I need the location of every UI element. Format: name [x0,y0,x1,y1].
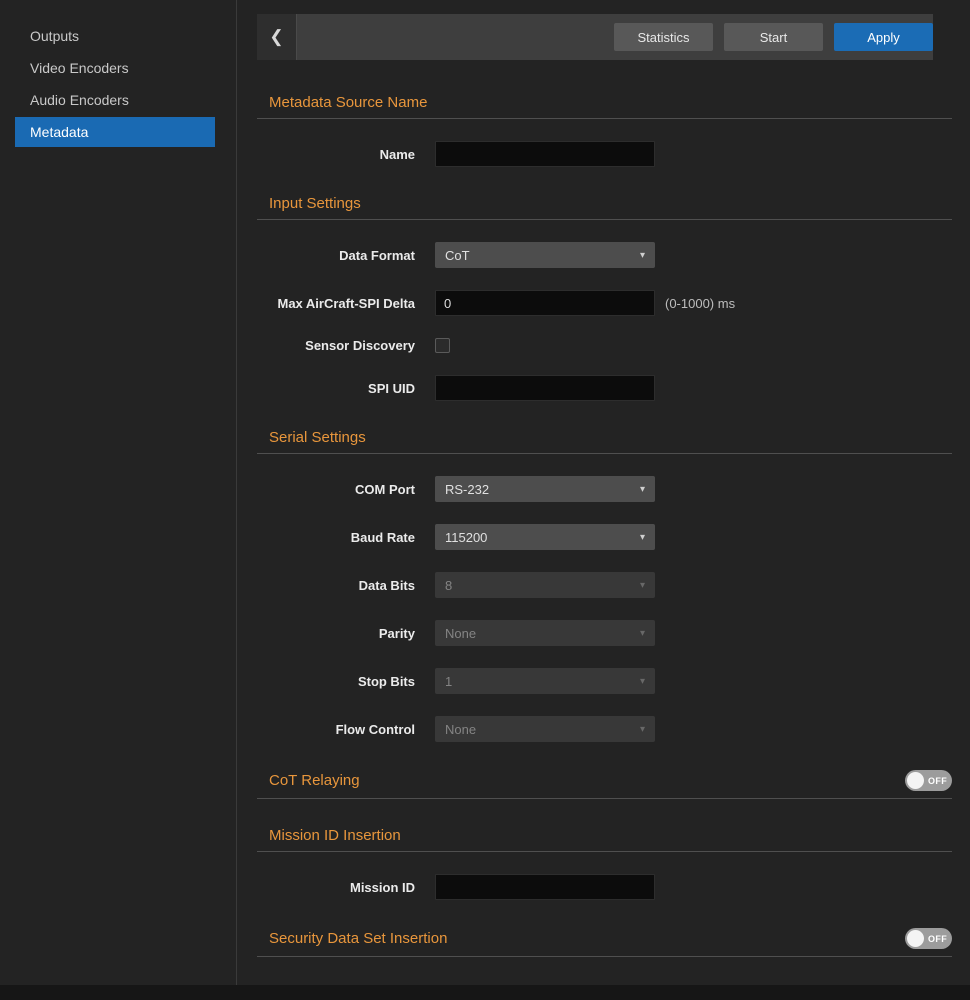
footer-band [0,985,970,1000]
com-port-row: COM Port RS-232 ▾ [257,476,952,502]
section-divider [257,219,952,220]
sensor-discovery-checkbox[interactable] [435,338,450,353]
flow-control-value: None [445,722,476,737]
section-title: Serial Settings [269,429,366,446]
name-row: Name [257,141,952,167]
sidebar: Outputs Video Encoders Audio Encoders Me… [0,0,237,985]
data-format-value: CoT [445,248,470,263]
chevron-down-icon: ▾ [640,484,645,495]
data-bits-value: 8 [445,578,452,593]
section-input-settings: Input Settings [257,195,952,212]
parity-label: Parity [257,626,415,641]
sidebar-item-audio-encoders[interactable]: Audio Encoders [15,85,215,115]
flow-control-row: Flow Control None ▾ [257,716,952,742]
start-button[interactable]: Start [724,23,823,51]
chevron-down-icon: ▾ [640,676,645,687]
spi-uid-input[interactable] [435,375,655,401]
stop-bits-label: Stop Bits [257,674,415,689]
mission-id-label: Mission ID [257,880,415,895]
baud-rate-value: 115200 [445,530,487,545]
back-button[interactable]: ❮ [257,14,297,60]
data-format-dropdown[interactable]: CoT ▾ [435,242,655,268]
data-bits-label: Data Bits [257,578,415,593]
stop-bits-row: Stop Bits 1 ▾ [257,668,952,694]
baud-rate-row: Baud Rate 115200 ▾ [257,524,952,550]
sidebar-item-outputs[interactable]: Outputs [15,21,215,51]
section-title: CoT Relaying [269,772,360,789]
chevron-down-icon: ▾ [640,580,645,591]
cot-relaying-toggle[interactable]: OFF [905,770,952,791]
mission-id-input[interactable] [435,874,655,900]
toggle-state-label: OFF [928,934,947,944]
baud-rate-label: Baud Rate [257,530,415,545]
chevron-down-icon: ▾ [640,724,645,735]
section-title: Mission ID Insertion [269,827,401,844]
chevron-down-icon: ▾ [640,628,645,639]
page: Outputs Video Encoders Audio Encoders Me… [0,0,970,985]
parity-dropdown: None ▾ [435,620,655,646]
spi-uid-row: SPI UID [257,375,952,401]
name-label: Name [257,147,415,162]
name-input[interactable] [435,141,655,167]
sidebar-item-video-encoders[interactable]: Video Encoders [15,53,215,83]
spi-uid-label: SPI UID [257,381,415,396]
data-bits-row: Data Bits 8 ▾ [257,572,952,598]
data-format-row: Data Format CoT ▾ [257,242,952,268]
security-data-set-toggle[interactable]: OFF [905,928,952,949]
section-divider [257,453,952,454]
data-bits-dropdown: 8 ▾ [435,572,655,598]
max-aircraft-spi-delta-hint: (0-1000) ms [665,296,735,311]
section-divider [257,118,952,119]
section-metadata-source-name: Metadata Source Name [257,94,952,111]
toggle-knob [907,930,924,947]
data-format-label: Data Format [257,248,415,263]
section-serial-settings: Serial Settings [257,429,952,446]
section-cot-relaying: CoT Relaying OFF [257,770,952,791]
parity-row: Parity None ▾ [257,620,952,646]
section-divider [257,798,952,799]
section-title: Input Settings [269,195,361,212]
flow-control-dropdown: None ▾ [435,716,655,742]
com-port-dropdown[interactable]: RS-232 ▾ [435,476,655,502]
max-aircraft-spi-delta-row: Max AirCraft-SPI Delta (0-1000) ms [257,290,952,316]
apply-button[interactable]: Apply [834,23,933,51]
section-title: Metadata Source Name [269,94,427,111]
max-aircraft-spi-delta-label: Max AirCraft-SPI Delta [257,296,415,311]
chevron-down-icon: ▾ [640,250,645,261]
sensor-discovery-label: Sensor Discovery [257,338,415,353]
com-port-value: RS-232 [445,482,489,497]
parity-value: None [445,626,476,641]
stop-bits-dropdown: 1 ▾ [435,668,655,694]
baud-rate-dropdown[interactable]: 115200 ▾ [435,524,655,550]
section-security-data-set-insertion: Security Data Set Insertion OFF [257,928,952,949]
statistics-button[interactable]: Statistics [614,23,713,51]
com-port-label: COM Port [257,482,415,497]
main-content: ❮ Statistics Start Apply Metadata Source… [237,0,970,985]
stop-bits-value: 1 [445,674,452,689]
section-divider [257,956,952,957]
sensor-discovery-row: Sensor Discovery [257,338,952,353]
toggle-state-label: OFF [928,776,947,786]
section-divider [257,851,952,852]
chevron-down-icon: ▾ [640,532,645,543]
section-mission-id-insertion: Mission ID Insertion [257,827,952,844]
max-aircraft-spi-delta-input[interactable] [435,290,655,316]
toggle-knob [907,772,924,789]
mission-id-row: Mission ID [257,874,952,900]
toolbar: ❮ Statistics Start Apply [257,14,933,60]
section-title: Security Data Set Insertion [269,930,447,947]
sidebar-item-metadata[interactable]: Metadata [15,117,215,147]
back-chevron-icon: ❮ [269,27,283,47]
flow-control-label: Flow Control [257,722,415,737]
